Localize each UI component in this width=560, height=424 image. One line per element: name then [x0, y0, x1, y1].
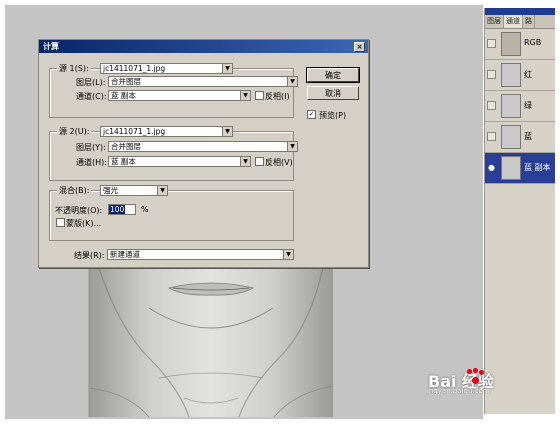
source2-group: 源 2(U): jc1411071_1.jpg ▼ 图层(Y): 合并图层 ▼ …	[49, 126, 298, 181]
source2-label: 源 2(U):	[57, 126, 92, 137]
channel-thumbnail	[501, 63, 521, 87]
channel-thumbnail	[501, 125, 521, 149]
blending-group: 混合(B): 强光 ▼ 不透明度(O): 100 % 蒙版(K)...	[49, 185, 294, 241]
channels-panel: 图层 通道 路 RGB 红 绿 蓝 ● 蓝 副本	[484, 8, 555, 414]
chevron-down-icon: ▼	[287, 142, 297, 151]
channel-thumbnail	[501, 156, 521, 180]
channel-row-red[interactable]: 红	[485, 60, 555, 91]
reset-button[interactable]: 取消	[307, 86, 359, 100]
panel-tabs: 图层 通道 路	[485, 15, 555, 29]
source2-invert-checkbox[interactable]	[255, 157, 264, 166]
opacity-input[interactable]: 100	[108, 204, 136, 215]
chevron-down-icon: ▼	[283, 250, 293, 259]
calculations-dialog: 计算 × 源 1(S): jc1411071_1.jpg ▼ 图层(L): 合并…	[38, 39, 369, 268]
result-value: 新建通道	[110, 250, 140, 259]
source2-channel-value: 蓝 副本	[111, 157, 136, 166]
source2-file-value: jc1411071_1.jpg	[103, 127, 166, 136]
channel-label: 绿	[524, 101, 532, 110]
source2-layer-value: 合并图层	[111, 142, 141, 151]
channel-row-blue[interactable]: 蓝	[485, 122, 555, 153]
source2-channel-select[interactable]: 蓝 副本 ▼	[108, 156, 251, 167]
mask-checkbox[interactable]	[56, 218, 65, 227]
opacity-unit: %	[141, 205, 149, 214]
chevron-down-icon: ▼	[222, 64, 232, 73]
blend-mode-value: 强光	[103, 186, 118, 195]
source1-layer-select[interactable]: 合并图层 ▼	[108, 76, 298, 87]
channel-label: 红	[524, 70, 532, 79]
channel-thumbnail	[501, 32, 521, 56]
source1-layer-value: 合并图层	[111, 77, 141, 86]
source1-file-value: jc1411071_1.jpg	[103, 64, 166, 73]
channel-thumbnail	[501, 94, 521, 118]
source1-channel-label: 通道(C):	[76, 92, 107, 101]
opacity-value: 100	[109, 205, 126, 214]
source1-invert-checkbox[interactable]	[255, 91, 264, 100]
tab-channels[interactable]: 通道	[504, 15, 523, 28]
visibility-toggle[interactable]	[487, 101, 496, 110]
panel-titlebar	[485, 8, 555, 15]
tab-paths[interactable]: 路	[523, 15, 535, 28]
source2-layer-label: 图层(Y):	[76, 143, 106, 152]
source2-file-select[interactable]: jc1411071_1.jpg ▼	[100, 126, 233, 137]
opacity-label: 不透明度(O):	[55, 206, 103, 215]
source2-invert-label: 反相(V)	[265, 158, 293, 167]
dialog-titlebar: 计算 ×	[39, 40, 368, 53]
channel-label: 蓝 副本	[524, 163, 551, 172]
close-icon[interactable]: ×	[354, 42, 365, 52]
chevron-down-icon: ▼	[222, 127, 232, 136]
chevron-down-icon: ▼	[157, 186, 167, 195]
result-label: 结果(R):	[74, 251, 105, 260]
chevron-down-icon: ▼	[287, 77, 297, 86]
source1-channel-value: 蓝 副本	[111, 91, 136, 100]
chevron-down-icon: ▼	[240, 91, 250, 100]
tab-layers[interactable]: 图层	[485, 15, 504, 28]
channel-label: RGB	[524, 38, 542, 47]
baidu-paw-logo	[466, 368, 484, 386]
source2-channel-label: 通道(H):	[76, 158, 107, 167]
result-select[interactable]: 新建通道 ▼	[107, 249, 294, 260]
eye-icon[interactable]: ●	[487, 163, 496, 172]
blend-mode-select[interactable]: 强光 ▼	[100, 185, 168, 196]
channel-row-rgb[interactable]: RGB	[485, 29, 555, 60]
channel-row-blue-copy[interactable]: ● 蓝 副本	[485, 153, 555, 184]
face-neck-image	[89, 268, 333, 417]
preview-label: 预览(P)	[319, 111, 347, 120]
chevron-down-icon: ▼	[240, 157, 250, 166]
mask-label[interactable]: 蒙版(K)...	[66, 218, 101, 229]
preview-checkbox[interactable]: ✓	[307, 110, 316, 119]
visibility-toggle[interactable]	[487, 132, 496, 141]
watermark-url: jingyan.baidu.com	[425, 387, 490, 395]
source1-file-select[interactable]: jc1411071_1.jpg ▼	[100, 63, 233, 74]
source1-layer-label: 图层(L):	[76, 78, 106, 87]
source1-invert-label: 反相(I)	[265, 92, 290, 101]
ok-button[interactable]: 确定	[306, 67, 360, 83]
blend-label: 混合(B):	[57, 185, 92, 196]
source2-layer-select[interactable]: 合并图层 ▼	[108, 141, 298, 152]
channel-label: 蓝	[524, 132, 532, 141]
document-canvas[interactable]	[88, 268, 333, 417]
source1-label: 源 1(S):	[57, 63, 91, 74]
visibility-toggle[interactable]	[487, 39, 496, 48]
source1-group: 源 1(S): jc1411071_1.jpg ▼ 图层(L): 合并图层 ▼ …	[49, 63, 298, 118]
visibility-toggle[interactable]	[487, 70, 496, 79]
source1-channel-select[interactable]: 蓝 副本 ▼	[108, 90, 251, 101]
channel-row-green[interactable]: 绿	[485, 91, 555, 122]
dialog-title: 计算	[43, 42, 59, 51]
